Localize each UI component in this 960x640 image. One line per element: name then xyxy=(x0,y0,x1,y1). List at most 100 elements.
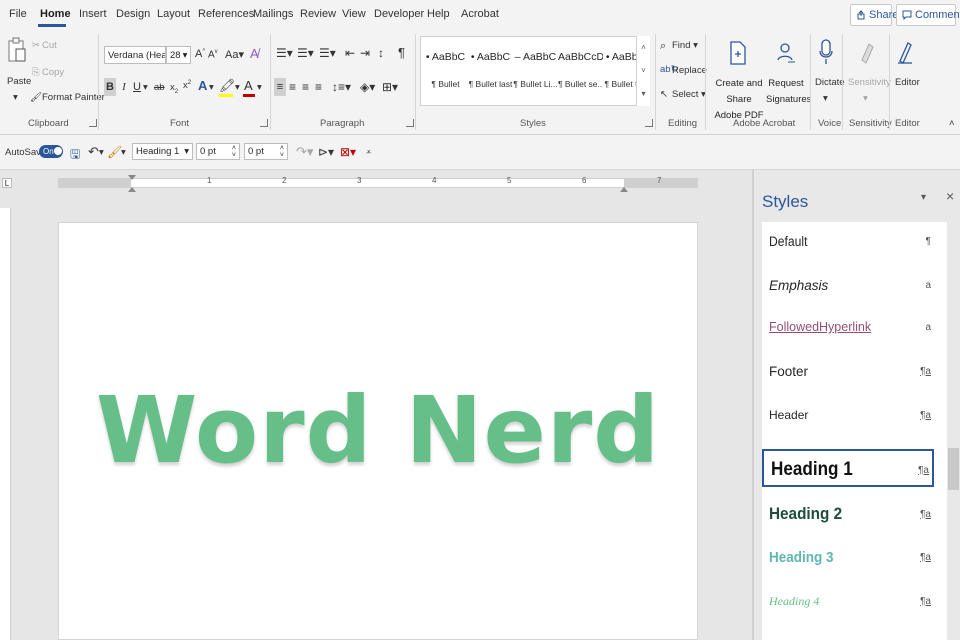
grow-font-icon[interactable]: A^ xyxy=(195,48,205,60)
sort-icon[interactable]: ↕ xyxy=(378,46,384,60)
font-launcher-icon[interactable] xyxy=(260,119,268,127)
tab-developer[interactable]: Developer xyxy=(374,8,424,20)
strikethrough-button[interactable]: ab xyxy=(154,82,165,93)
sensitivity-dropdown-icon[interactable]: ▾ xyxy=(863,93,868,104)
sensitivity-button[interactable]: Sensitivity xyxy=(848,77,891,88)
select-button[interactable]: Select ▾ xyxy=(672,89,706,100)
styles-launcher-icon[interactable] xyxy=(645,119,653,127)
style-item-heading-2[interactable]: Heading 2 ¶a xyxy=(762,495,947,533)
clipboard-launcher-icon[interactable] xyxy=(89,119,97,127)
style-item-default[interactable]: Default ¶ xyxy=(762,222,947,260)
pane-options-icon[interactable]: ▾ xyxy=(921,192,926,203)
show-formatting-icon[interactable]: ¶ xyxy=(398,45,405,60)
vertical-ruler[interactable] xyxy=(0,208,11,640)
create-share-pdf-button[interactable]: Create and Share Adobe PDF xyxy=(710,76,768,124)
tab-view[interactable]: View xyxy=(342,8,366,20)
numbering-icon[interactable]: ☰▾ xyxy=(297,46,314,60)
styles-scrollbar[interactable] xyxy=(947,222,960,640)
align-left-icon[interactable]: ≡ xyxy=(274,78,286,96)
document-heading[interactable]: Word Nerd xyxy=(59,385,697,477)
shading-icon[interactable]: ◈▾ xyxy=(360,80,375,94)
justify-icon[interactable]: ≡ xyxy=(315,80,322,94)
cut-button[interactable]: Cut xyxy=(42,40,57,51)
tab-insert[interactable]: Insert xyxy=(79,8,107,20)
style-item-header[interactable]: Header ¶a xyxy=(762,396,947,434)
decrease-indent-icon[interactable]: ⇤ xyxy=(345,46,355,60)
insert-icon[interactable]: ⊳▾ xyxy=(318,145,334,159)
align-right-icon[interactable]: ≡ xyxy=(302,80,309,94)
style-box[interactable]: Heading 1 ▾ xyxy=(132,143,193,160)
format-painter-button[interactable]: Format Painter xyxy=(42,92,105,103)
replace-button[interactable]: Replace xyxy=(672,65,707,76)
align-center-icon[interactable]: ≡ xyxy=(289,80,296,94)
tab-acrobat[interactable]: Acrobat xyxy=(461,8,499,20)
line-spacing-icon[interactable]: ↕≡▾ xyxy=(332,80,351,94)
undo-icon[interactable]: ↶ xyxy=(88,144,99,160)
style-item-footer[interactable]: Footer ¶a xyxy=(762,352,947,390)
style-item-heading-4[interactable]: Heading 4 ¶a xyxy=(762,582,947,620)
paste-dropdown-icon[interactable]: ▾ xyxy=(13,92,18,103)
space-after-box[interactable]: 0 pt ˄ ˅ xyxy=(244,143,288,160)
collapse-ribbon-icon[interactable]: ˄ xyxy=(949,118,955,129)
horizontal-ruler[interactable]: 1 2 3 4 5 6 7 xyxy=(58,175,698,192)
document-page[interactable]: Word Nerd xyxy=(58,222,698,640)
font-color-dropdown-icon[interactable]: ▾ xyxy=(257,82,262,93)
right-indent-marker[interactable] xyxy=(620,187,628,192)
first-line-indent-marker[interactable] xyxy=(128,175,136,180)
font-size-box[interactable]: 28 ▾ xyxy=(166,46,191,64)
text-effects-dropdown-icon[interactable]: ▾ xyxy=(209,82,214,93)
delete-icon[interactable]: ⊠▾ xyxy=(340,145,356,159)
styles-scroll-thumb[interactable] xyxy=(948,448,959,490)
highlight-dropdown-icon[interactable]: ▾ xyxy=(235,82,240,93)
shrink-font-icon[interactable]: Av xyxy=(208,49,218,60)
share-button[interactable]: Share xyxy=(850,4,898,26)
font-name-box[interactable]: Verdana (Headir xyxy=(104,46,166,64)
paste-icon[interactable] xyxy=(6,36,28,66)
tab-selector[interactable]: L xyxy=(2,178,12,188)
borders-icon[interactable]: ⊞▾ xyxy=(382,80,398,94)
tab-home[interactable]: Home xyxy=(40,8,71,20)
underline-button[interactable]: U xyxy=(132,78,142,96)
tab-file[interactable]: File xyxy=(9,8,27,20)
dictate-dropdown-icon[interactable]: ▾ xyxy=(823,93,828,104)
autosave-toggle[interactable]: On xyxy=(39,145,63,158)
clear-formatting-icon[interactable]: A̸ xyxy=(250,46,259,61)
style-item-heading-1[interactable]: Heading 1 ¶a xyxy=(762,449,934,487)
bullets-icon[interactable]: ☰▾ xyxy=(276,46,293,60)
multilevel-list-icon[interactable]: ☰▾ xyxy=(319,46,336,60)
text-effects-icon[interactable]: A xyxy=(198,78,207,93)
style-gallery-item[interactable]: AaBbCcD ¶ Bullet se... xyxy=(558,41,603,101)
paste-button[interactable]: Paste xyxy=(7,76,31,87)
subscript-button[interactable]: x2 xyxy=(170,82,178,95)
gallery-scroll-control[interactable]: ˄ ˅ ▾ xyxy=(636,36,650,106)
highlight-icon[interactable]: 🖍 xyxy=(219,78,236,94)
tab-mailings[interactable]: Mailings xyxy=(253,8,293,20)
style-gallery-item[interactable]: – AaBbC ¶ Bullet Li... xyxy=(513,41,558,101)
style-gallery-item[interactable]: • AaBbC ¶ Bullet xyxy=(423,41,468,101)
customize-qat-icon[interactable]: ⩡ xyxy=(366,147,371,158)
paragraph-launcher-icon[interactable] xyxy=(406,119,414,127)
editor-button[interactable]: Editor xyxy=(895,77,920,88)
underline-dropdown-icon[interactable]: ▾ xyxy=(143,82,148,93)
find-button[interactable]: Find ▾ xyxy=(672,40,698,51)
save-icon[interactable]: 🖫 xyxy=(70,145,80,166)
format-painter-dropdown-icon[interactable]: ▾ xyxy=(121,147,126,158)
superscript-button[interactable]: x2 xyxy=(183,80,191,91)
dictate-button[interactable]: Dictate xyxy=(815,77,845,88)
comments-button[interactable]: Comments xyxy=(896,4,960,26)
format-painter-icon[interactable]: 🖌 xyxy=(107,145,122,159)
italic-button[interactable]: I xyxy=(119,78,129,96)
increase-indent-icon[interactable]: ⇥ xyxy=(360,46,370,60)
bold-button[interactable]: B xyxy=(104,78,116,96)
style-item-heading-3[interactable]: Heading 3 ¶a xyxy=(762,538,947,576)
copy-button[interactable]: Copy xyxy=(42,67,64,78)
undo-dropdown-icon[interactable]: ▾ xyxy=(99,147,104,158)
request-signatures-button[interactable]: Request Signatures xyxy=(766,76,811,108)
tab-design[interactable]: Design xyxy=(116,8,150,20)
tab-layout[interactable]: Layout xyxy=(157,8,190,20)
tab-review[interactable]: Review xyxy=(300,8,336,20)
style-item-emphasis[interactable]: Emphasis a xyxy=(762,266,947,304)
style-gallery-item[interactable]: • AaBbC ¶ Bullet last xyxy=(468,41,513,101)
close-icon[interactable]: × xyxy=(946,188,954,204)
hanging-indent-marker[interactable] xyxy=(128,187,136,192)
